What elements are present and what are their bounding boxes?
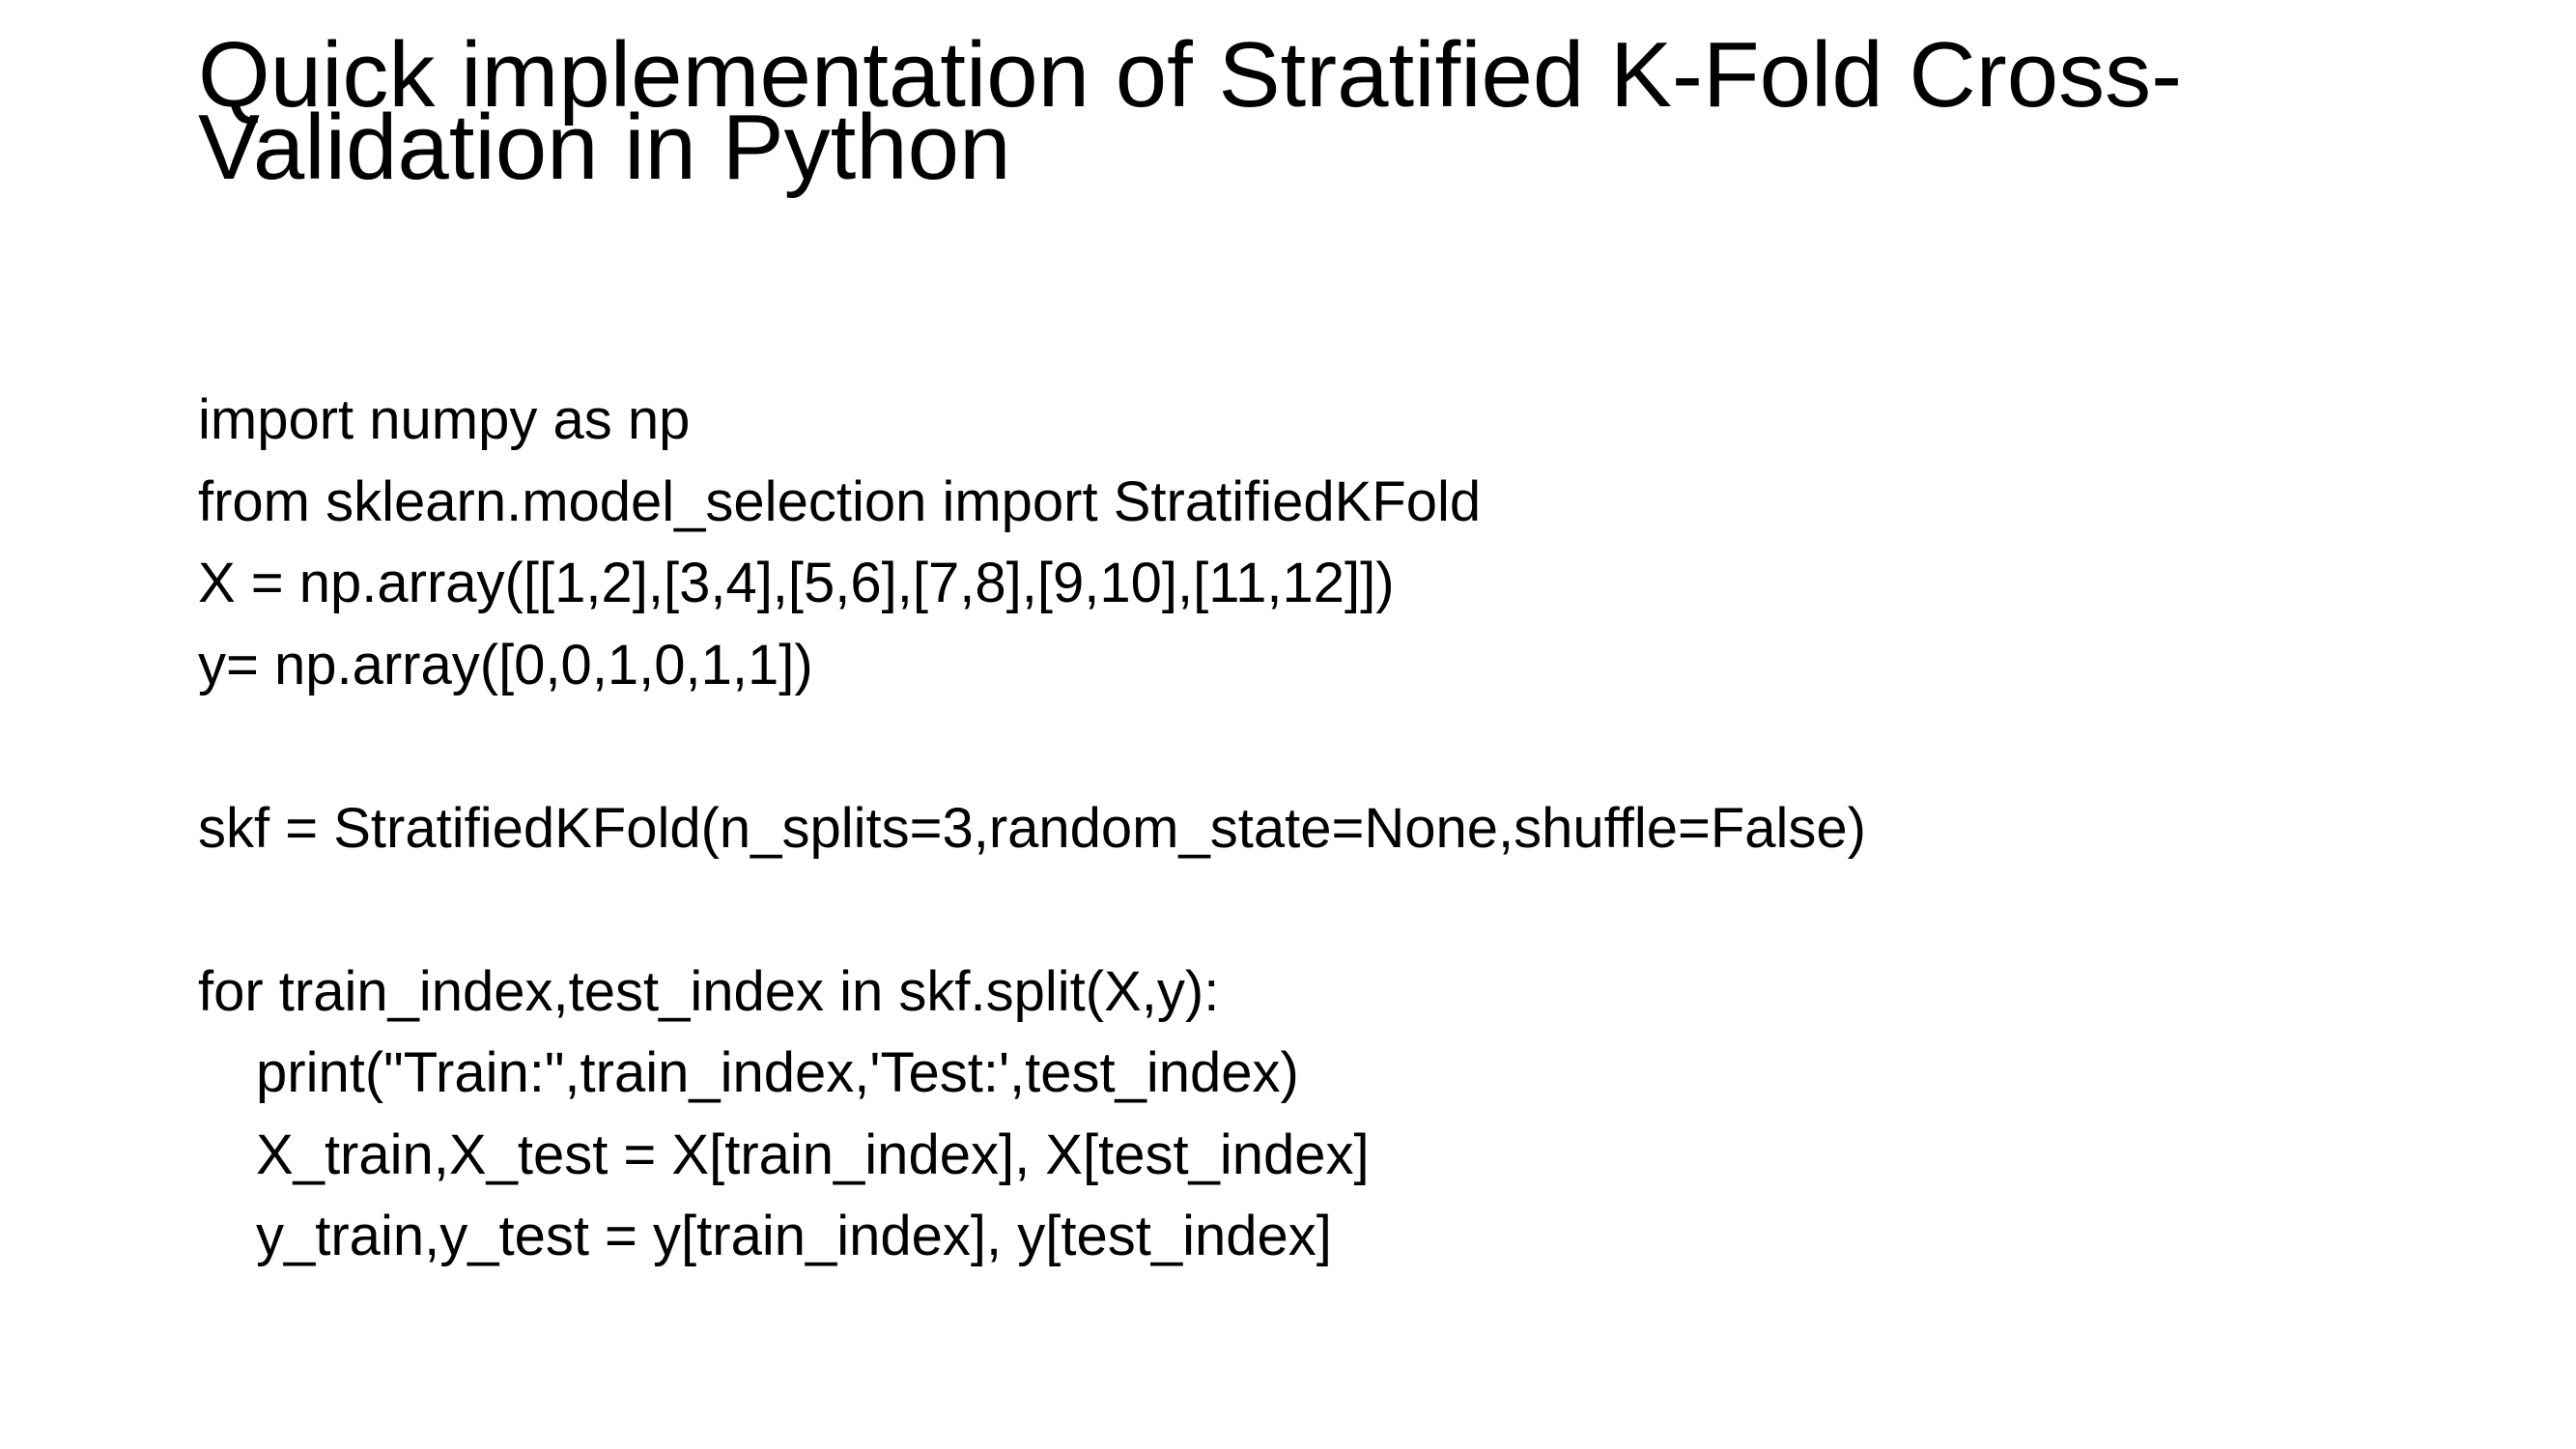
code-block: import numpy as np from sklearn.model_se… bbox=[198, 380, 2420, 1278]
code-line-8: for train_index,test_index in skf.split(… bbox=[198, 959, 1220, 1023]
code-line-11: y_train,y_test = y[train_index], y[test_… bbox=[256, 1205, 1332, 1267]
code-line-10: X_train,X_test = X[train_index], X[test_… bbox=[256, 1122, 1370, 1186]
code-line-6: skf = StratifiedKFold(n_splits=3,random_… bbox=[198, 796, 1866, 860]
slide-title: Quick implementation of Stratified K-Fol… bbox=[198, 29, 2420, 194]
slide: Quick implementation of Stratified K-Fol… bbox=[0, 0, 2576, 1449]
code-line-2: from sklearn.model_selection import Stra… bbox=[198, 469, 1482, 533]
code-line-3: X = np.array([[1,2],[3,4],[5,6],[7,8],[9… bbox=[198, 552, 1395, 614]
code-line-9: print("Train:",train_index,'Test:',test_… bbox=[256, 1041, 1299, 1104]
code-line-1: import numpy as np bbox=[198, 388, 691, 451]
code-line-5-blank bbox=[198, 706, 2420, 788]
code-line-7-blank bbox=[198, 869, 2420, 952]
code-line-4: y= np.array([0,0,1,0,1,1]) bbox=[198, 633, 813, 696]
